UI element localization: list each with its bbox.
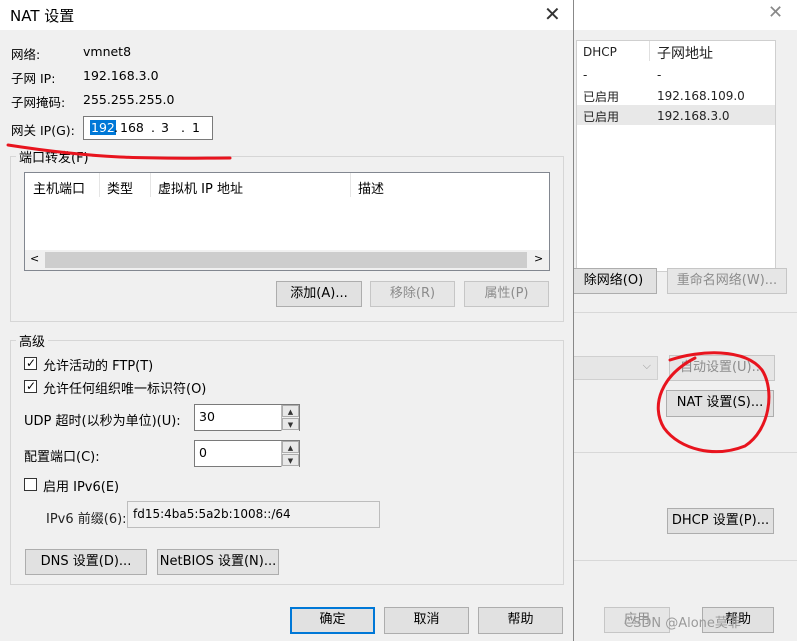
red-circle-annotation xyxy=(656,351,771,454)
annotation-overlay xyxy=(6,143,771,454)
red-underline-annotation xyxy=(6,143,232,160)
